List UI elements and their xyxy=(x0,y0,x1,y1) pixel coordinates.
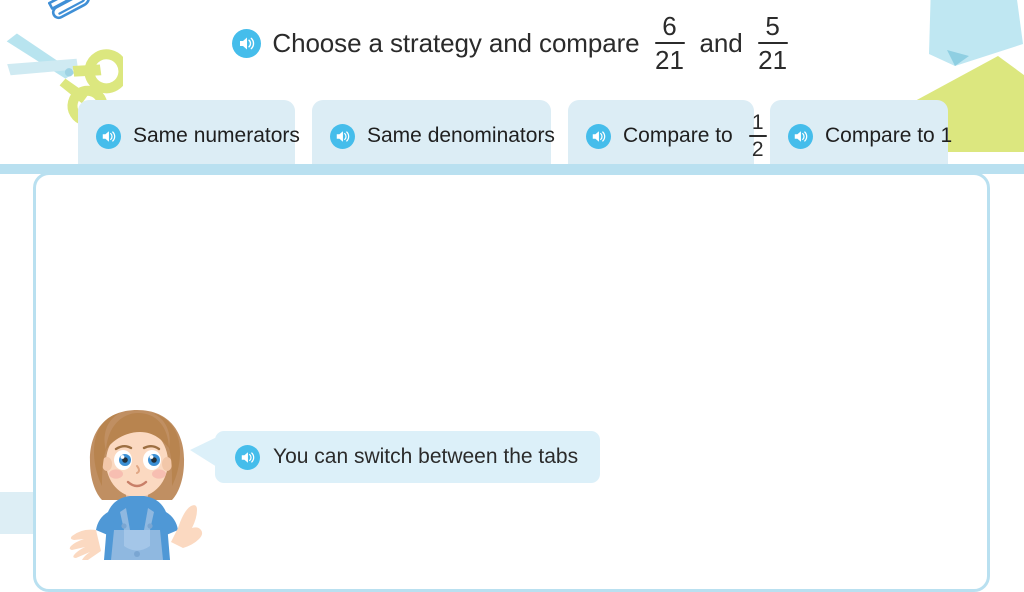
tab-label: Compare to xyxy=(623,124,733,147)
speaker-icon[interactable] xyxy=(586,123,611,149)
speaker-icon[interactable] xyxy=(232,28,262,58)
fraction-a-bar xyxy=(654,41,685,45)
fraction-b-bar xyxy=(757,41,788,45)
tab-compare-to-one[interactable]: Compare to 1 xyxy=(770,100,952,172)
tab-label: Compare to 1 xyxy=(825,124,953,147)
tab-fraction-numerator: 1 xyxy=(751,111,764,134)
hint-text: You can switch between the tabs xyxy=(273,445,579,468)
fraction-a: 6 21 xyxy=(654,10,685,76)
speech-bubble-tail xyxy=(190,437,217,467)
prompt-text: Choose a strategy and compare xyxy=(272,27,640,58)
tab-label: Same numerators xyxy=(133,124,300,147)
girl-avatar xyxy=(69,410,203,560)
speaker-icon[interactable] xyxy=(330,123,355,149)
strategy-tablist: Same numerators Same denominators Compar… xyxy=(0,100,1024,174)
tab-fraction-denominator: 2 xyxy=(751,138,764,161)
tab-fraction: 1 2 xyxy=(748,111,767,161)
tab-compare-to-half[interactable]: Compare to 1 2 xyxy=(568,100,767,172)
fraction-b: 5 21 xyxy=(757,10,788,76)
fraction-a-numerator: 6 xyxy=(662,10,677,41)
tab-fraction-bar xyxy=(748,135,767,137)
speaker-icon[interactable] xyxy=(235,444,260,470)
tab-label: Same denominators xyxy=(367,124,555,147)
speaker-icon[interactable] xyxy=(96,123,121,149)
speaker-icon[interactable] xyxy=(788,123,813,149)
fraction-a-denominator: 21 xyxy=(655,45,684,76)
hint-speech-bubble: You can switch between the tabs xyxy=(215,431,601,483)
page-title: Choose a strategy and compare 6 21 and 5… xyxy=(0,0,1024,86)
tab-same-numerators[interactable]: Same numerators xyxy=(78,100,300,172)
conjunction-text: and xyxy=(699,27,743,58)
fraction-b-denominator: 21 xyxy=(758,45,788,76)
fraction-b-numerator: 5 xyxy=(765,10,780,41)
tab-same-denominators[interactable]: Same denominators xyxy=(312,100,555,172)
